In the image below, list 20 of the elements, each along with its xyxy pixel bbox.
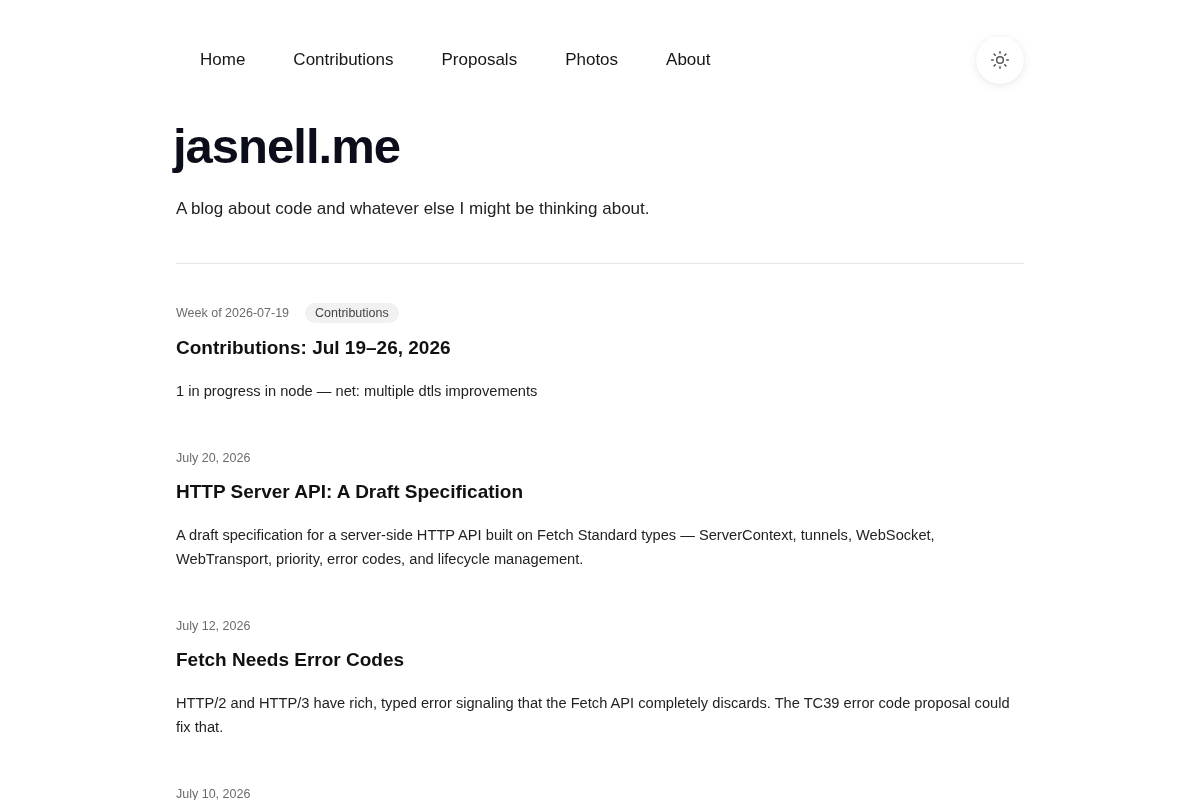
nav-link[interactable]: Contributions bbox=[269, 44, 418, 76]
post-summary: HTTP/2 and HTTP/3 have rich, typed error signaling that the Fetch API completely discards. The TC39 error code proposal could fix that. bbox=[176, 694, 1011, 737]
post-title-link[interactable]: Fetch Needs Error Codes bbox=[176, 647, 405, 673]
post-date: July 12, 2026 bbox=[176, 618, 251, 635]
nav-link[interactable]: Home bbox=[176, 44, 270, 76]
post-title-link[interactable]: Contributions: Jul 19–26, 2026 bbox=[176, 335, 451, 361]
post-title-link[interactable]: HTTP Server API: A Draft Specification bbox=[176, 479, 523, 505]
nav-link[interactable]: Photos bbox=[541, 44, 643, 76]
post-date: July 10, 2026 bbox=[176, 786, 251, 800]
post-date: Week of 2026-07-19 bbox=[176, 305, 290, 322]
site-tagline: A blog about code and whatever else I might be thinking about. bbox=[176, 198, 650, 220]
post-summary: 1 in progress in node — net: multiple dtls improvements bbox=[176, 382, 539, 401]
nav-link[interactable]: Proposals bbox=[417, 44, 542, 76]
post-summary: A draft specification for a server-side HTTP API built on Fetch Standard types — ServerContext, tunnels, WebSocket, WebTransport, priority, error codes, and lifecycle management. bbox=[176, 526, 936, 569]
post-date: July 20, 2026 bbox=[176, 450, 251, 467]
theme-toggle-button[interactable] bbox=[976, 36, 1024, 84]
nav-link[interactable]: About bbox=[642, 44, 735, 76]
category-tag: Contributions bbox=[305, 303, 399, 323]
sun-icon bbox=[990, 50, 1010, 70]
site-title: jasnell.me bbox=[173, 118, 400, 175]
